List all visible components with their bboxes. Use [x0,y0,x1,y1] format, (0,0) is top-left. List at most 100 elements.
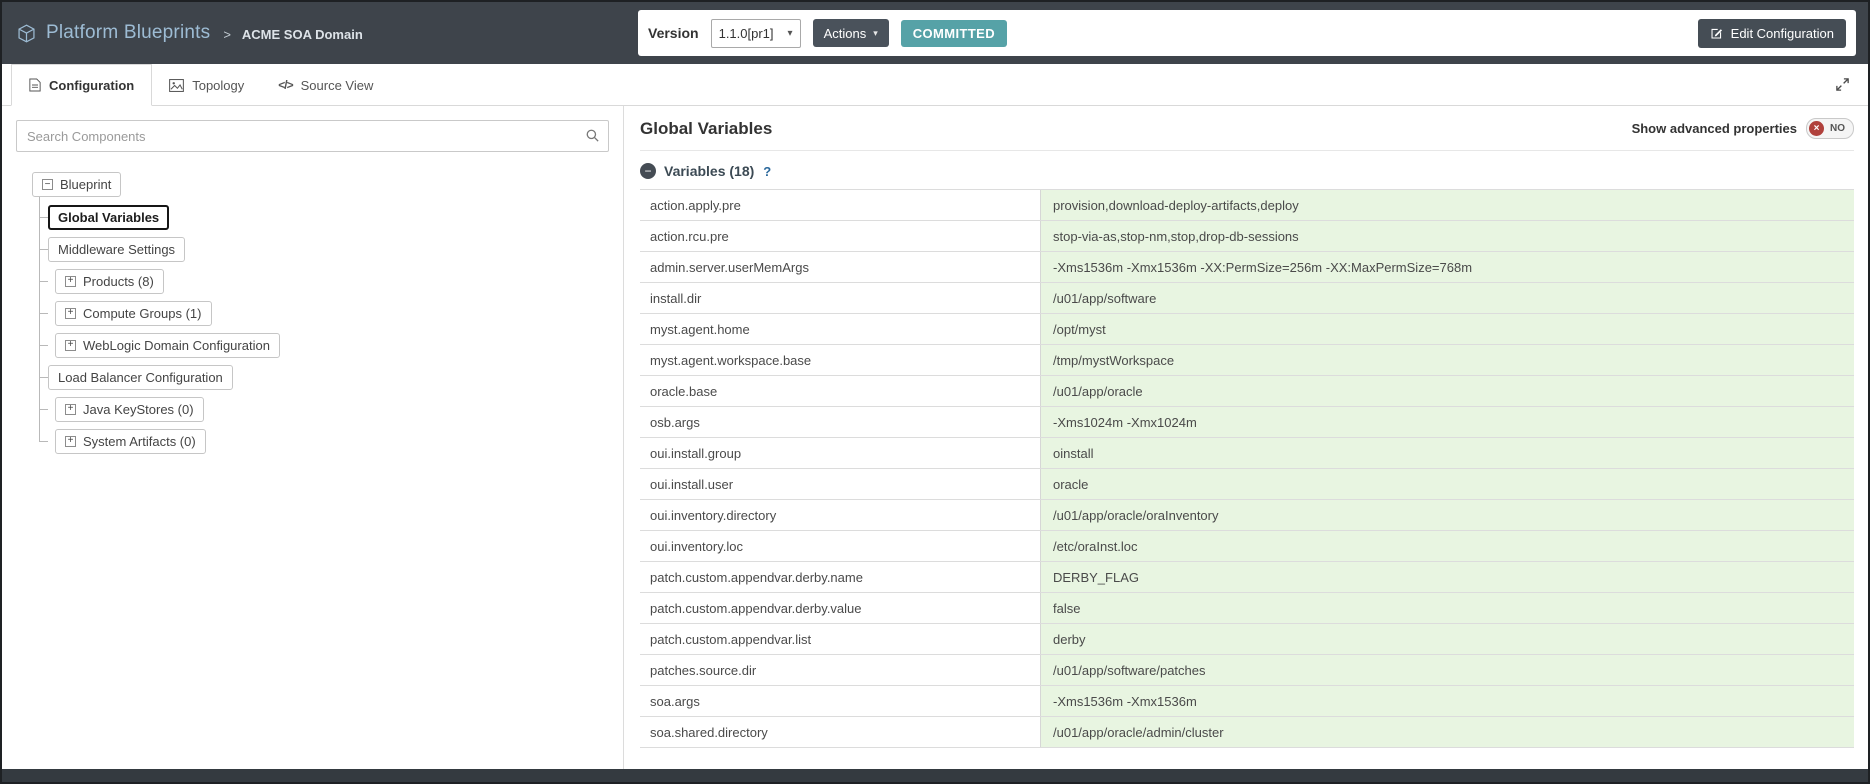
variable-row: osb.args-Xms1024m -Xmx1024m [640,407,1854,438]
app-window: Platform Blueprints > ACME SOA Domain Ve… [0,0,1870,784]
tab-configuration[interactable]: Configuration [11,64,152,106]
search-input[interactable] [16,120,609,152]
tree-row: +Compute Groups (1) [39,297,609,329]
tree-root-blueprint[interactable]: − Blueprint [32,172,121,197]
tree-row: Middleware Settings [39,233,609,265]
search-icon [585,128,600,148]
breadcrumb-separator: > [223,27,231,42]
variable-value[interactable]: /tmp/mystWorkspace [1040,345,1854,375]
tree-item-label: Load Balancer Configuration [58,370,223,385]
actions-button[interactable]: Actions ▾ [813,19,889,47]
expand-plus-icon[interactable]: + [65,308,76,319]
variable-value[interactable]: oinstall [1040,438,1854,468]
tree-item-java-keystores-0[interactable]: + Java KeyStores (0) [55,397,204,422]
variable-value[interactable]: /u01/app/oracle/oraInventory [1040,500,1854,530]
tree-item-system-artifacts-0[interactable]: +System Artifacts (0) [55,429,206,454]
variable-row: patch.custom.appendvar.derby.nameDERBY_F… [640,562,1854,593]
variable-name: patch.custom.appendvar.derby.value [640,593,1040,623]
tree-item-load-balancer-configuration[interactable]: Load Balancer Configuration [48,365,233,390]
breadcrumb-current: ACME SOA Domain [242,27,363,42]
expand-plus-icon[interactable]: + [65,404,76,415]
sidebar: − Blueprint Global Variables Middleware S… [2,106,624,769]
toggle-x-icon: × [1809,121,1824,136]
main-header: Global Variables Show advanced propertie… [640,118,1854,151]
variable-row: install.dir/u01/app/software [640,283,1854,314]
tree-row: + Products (8) [39,265,609,297]
variable-name: oui.install.group [640,438,1040,468]
variable-name: oui.install.user [640,469,1040,499]
variable-value[interactable]: derby [1040,624,1854,654]
tree-item-label: WebLogic Domain Configuration [83,338,270,353]
tree-item-products-8[interactable]: + Products (8) [55,269,164,294]
variable-name: soa.args [640,686,1040,716]
variable-value[interactable]: /etc/oraInst.loc [1040,531,1854,561]
tree-row: Global Variables [39,201,609,233]
content-area: − Blueprint Global Variables Middleware S… [2,106,1868,769]
tree-item-middleware-settings[interactable]: Middleware Settings [48,237,185,262]
variable-value[interactable]: -Xms1024m -Xmx1024m [1040,407,1854,437]
platform-blueprints-icon [16,23,37,44]
variable-value[interactable]: -Xms1536m -Xmx1536m -XX:PermSize=256m -X… [1040,252,1854,282]
component-tree: − Blueprint Global Variables Middleware S… [16,172,609,457]
variable-row: oracle.base/u01/app/oracle [640,376,1854,407]
tree-item-compute-groups-1[interactable]: +Compute Groups (1) [55,301,212,326]
variable-value[interactable]: /u01/app/oracle/admin/cluster [1040,717,1854,747]
variable-name: action.rcu.pre [640,221,1040,251]
variable-row: action.rcu.prestop-via-as,stop-nm,stop,d… [640,221,1854,252]
variable-name: oui.inventory.directory [640,500,1040,530]
variable-name: oracle.base [640,376,1040,406]
tree-item-label: Products (8) [83,274,154,289]
tree-item-label: Java KeyStores (0) [83,402,194,417]
search-box [16,120,609,152]
advanced-properties-control: Show advanced properties × NO [1632,118,1854,139]
breadcrumb: Platform Blueprints > ACME SOA Domain [16,22,363,44]
app-footer [2,769,1868,782]
variable-value[interactable]: -Xms1536m -Xmx1536m [1040,686,1854,716]
variable-value[interactable]: /u01/app/software/patches [1040,655,1854,685]
variable-value[interactable]: provision,download-deploy-artifacts,depl… [1040,190,1854,220]
tree-children: Global Variables Middleware Settings + Prod… [39,201,609,457]
advanced-toggle[interactable]: × NO [1806,118,1854,139]
variable-value[interactable]: /u01/app/oracle [1040,376,1854,406]
fullscreen-expand-icon[interactable] [1831,73,1854,96]
variable-name: patches.source.dir [640,655,1040,685]
variable-name: oui.inventory.loc [640,531,1040,561]
code-icon: </> [278,78,292,92]
variable-value[interactable]: DERBY_FLAG [1040,562,1854,592]
expand-plus-icon[interactable]: + [65,340,76,351]
expand-plus-icon[interactable]: + [65,276,76,287]
collapse-icon[interactable]: − [42,179,53,190]
tab-topology[interactable]: Topology [152,64,261,106]
variable-row: oui.inventory.directory/u01/app/oracle/o… [640,500,1854,531]
tree-item-global-variables[interactable]: Global Variables [48,205,169,230]
variables-table: action.apply.preprovision,download-deplo… [640,189,1854,748]
variable-value[interactable]: /u01/app/software [1040,283,1854,313]
variable-name: patch.custom.appendvar.derby.name [640,562,1040,592]
help-icon[interactable]: ? [763,164,771,179]
edit-configuration-label: Edit Configuration [1731,26,1834,41]
tab-bar: Configuration Topology </> Source View [2,64,1868,106]
tree-item-weblogic-domain-configuration[interactable]: + WebLogic Domain Configuration [55,333,280,358]
app-title-link[interactable]: Platform Blueprints [46,22,210,44]
variable-row: soa.args-Xms1536m -Xmx1536m [640,686,1854,717]
tab-label: Configuration [49,78,134,93]
edit-configuration-button[interactable]: Edit Configuration [1698,19,1846,48]
expand-plus-icon[interactable]: + [65,436,76,447]
tree-row: + WebLogic Domain Configuration [39,329,609,361]
version-toolbar: Version 1.1.0[pr1] ▾ Actions ▾ COMMITTED… [638,10,1856,56]
tab-label: Topology [192,78,244,93]
tree-row: Load Balancer Configuration [39,361,609,393]
collapse-section-icon[interactable]: − [640,163,656,179]
variable-name: patch.custom.appendvar.list [640,624,1040,654]
variable-name: action.apply.pre [640,190,1040,220]
variables-section-title: Variables (18) [664,163,754,179]
variable-value[interactable]: false [1040,593,1854,623]
variable-value[interactable]: oracle [1040,469,1854,499]
variable-value[interactable]: stop-via-as,stop-nm,stop,drop-db-session… [1040,221,1854,251]
variable-row: oui.install.groupoinstall [640,438,1854,469]
variable-value[interactable]: /opt/myst [1040,314,1854,344]
tab-source-view[interactable]: </> Source View [261,64,390,106]
variable-row: admin.server.userMemArgs-Xms1536m -Xmx15… [640,252,1854,283]
chevron-down-icon: ▾ [873,28,878,39]
version-select[interactable]: 1.1.0[pr1] ▾ [711,19,801,48]
